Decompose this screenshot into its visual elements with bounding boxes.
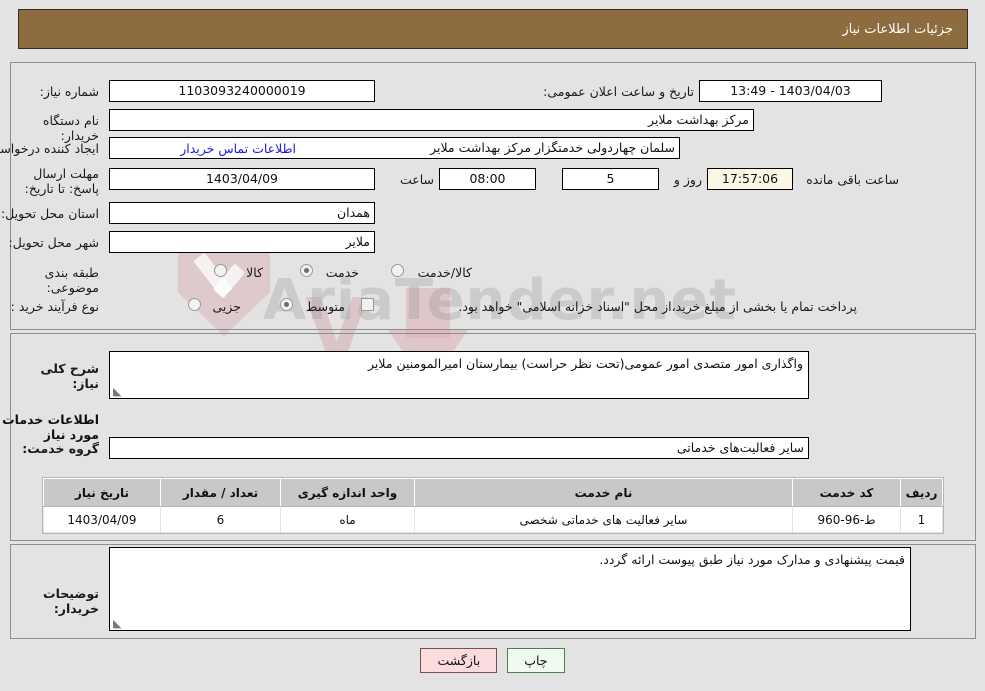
back-button[interactable]: بازگشت — [420, 648, 498, 673]
radio-label-category-goods[interactable]: کالا — [246, 265, 263, 280]
radio-label-category-goods-service[interactable]: کالا/خدمت — [418, 265, 472, 280]
print-button[interactable]: چاپ — [507, 648, 565, 673]
th-unit: واحد اندازه گیری — [280, 478, 415, 507]
label-announce-datetime: تاریخ و ساعت اعلان عمومی: — [543, 84, 694, 99]
field-deadline-date: 1403/04/09 — [109, 168, 375, 190]
cell-quantity: 6 — [160, 506, 281, 533]
cell-need-date: 1403/04/09 — [43, 506, 161, 533]
cell-service-name: سایر فعالیت های خدماتی شخصی — [414, 506, 793, 533]
label-countdown-suffix: ساعت باقی مانده — [806, 172, 899, 187]
radio-label-category-service[interactable]: خدمت — [326, 265, 359, 280]
radio-label-process-medium[interactable]: متوسط — [306, 299, 345, 314]
th-need-date: تاریخ نیاز — [43, 478, 161, 507]
field-countdown-timer: 17:57:06 — [707, 168, 793, 190]
page-title-bar: جزئیات اطلاعات نیاز — [18, 9, 968, 49]
th-service-name: نام خدمت — [414, 478, 793, 507]
page-root: V AriaTender.net جزئیات اطلاعات نیاز شما… — [0, 0, 985, 691]
textarea-need-summary[interactable]: واگذاری امور متصدی امور عمومی(تحت نظر حر… — [109, 351, 809, 399]
label-service-group: گروه خدمت: — [22, 441, 99, 456]
label-delivery-province: استان محل تحویل: — [0, 206, 99, 221]
field-delivery-city: ملایر — [109, 231, 375, 253]
table-header-row: ردیف کد خدمت نام خدمت واحد اندازه گیری ت… — [43, 478, 943, 507]
resize-grip-icon-notes[interactable]: ◢ — [113, 617, 123, 630]
field-announce-datetime: 1403/04/03 - 13:49 — [699, 80, 882, 102]
label-purchase-process: نوع فرآیند خرید : — [10, 299, 99, 314]
resize-grip-icon[interactable]: ◢ — [113, 385, 123, 398]
textarea-buyer-notes[interactable]: قیمت پیشنهادی و مدارک مورد نیاز طبق پیوس… — [109, 547, 911, 631]
field-remaining-days: 5 — [562, 168, 659, 190]
textarea-buyer-notes-text: قیمت پیشنهادی و مدارک مورد نیاز طبق پیوس… — [599, 552, 905, 567]
cell-row-no: 1 — [900, 506, 943, 533]
checkbox-islamic-treasury-bonds[interactable] — [361, 298, 374, 311]
panel-need-summary — [10, 62, 976, 330]
page-title: جزئیات اطلاعات نیاز — [842, 21, 953, 37]
label-need-number: شماره نیاز: — [39, 84, 99, 99]
heading-service-info: اطلاعات خدمات مورد نیاز — [2, 412, 99, 442]
label-delivery-city: شهر محل تحویل: — [8, 235, 99, 250]
label-response-deadline: مهلت ارسال پاسخ: تا تاریخ: — [24, 166, 99, 196]
label-islamic-treasury-note: پرداخت تمام یا بخشی از مبلغ خرید،از محل … — [458, 299, 857, 314]
field-delivery-province: همدان — [109, 202, 375, 224]
radio-process-medium[interactable] — [280, 298, 293, 311]
label-buyer-org: نام دستگاه خریدار: — [42, 113, 99, 143]
th-row-no: ردیف — [900, 478, 943, 507]
label-requester: ایجاد کننده درخواست: — [0, 141, 99, 156]
radio-category-goods-service[interactable] — [391, 264, 404, 277]
field-deadline-time: 08:00 — [439, 168, 536, 190]
textarea-need-summary-text: واگذاری امور متصدی امور عمومی(تحت نظر حر… — [367, 356, 803, 371]
th-quantity: تعداد / مقدار — [160, 478, 281, 507]
radio-process-minor[interactable] — [188, 298, 201, 311]
label-hour: ساعت — [399, 172, 434, 187]
field-service-group: سایر فعالیت‌های خدماتی — [109, 437, 809, 459]
field-buyer-org: مرکز بهداشت ملایر — [109, 109, 754, 131]
link-buyer-contact-info[interactable]: اطلاعات تماس خریدار — [180, 141, 296, 156]
button-bar: بازگشت چاپ — [0, 648, 985, 673]
cell-unit: ماه — [280, 506, 415, 533]
radio-category-goods[interactable] — [214, 264, 227, 277]
label-need-summary: شرح کلی نیاز: — [40, 361, 99, 391]
th-service-code: کد خدمت — [792, 478, 901, 507]
cell-service-code: ط-96-960 — [792, 506, 901, 533]
radio-category-service[interactable] — [300, 264, 313, 277]
table-row[interactable]: 1 ط-96-960 سایر فعالیت های خدماتی شخصی م… — [43, 506, 943, 533]
label-days-suffix: روز و — [673, 172, 702, 187]
field-need-number: 1103093240000019 — [109, 80, 375, 102]
services-table: ردیف کد خدمت نام خدمت واحد اندازه گیری ت… — [42, 477, 944, 534]
radio-label-process-minor[interactable]: جزیی — [212, 299, 241, 314]
label-buyer-notes: توضیحات خریدار: — [43, 586, 99, 616]
label-subject-category: طبقه بندی موضوعی: — [44, 265, 99, 295]
